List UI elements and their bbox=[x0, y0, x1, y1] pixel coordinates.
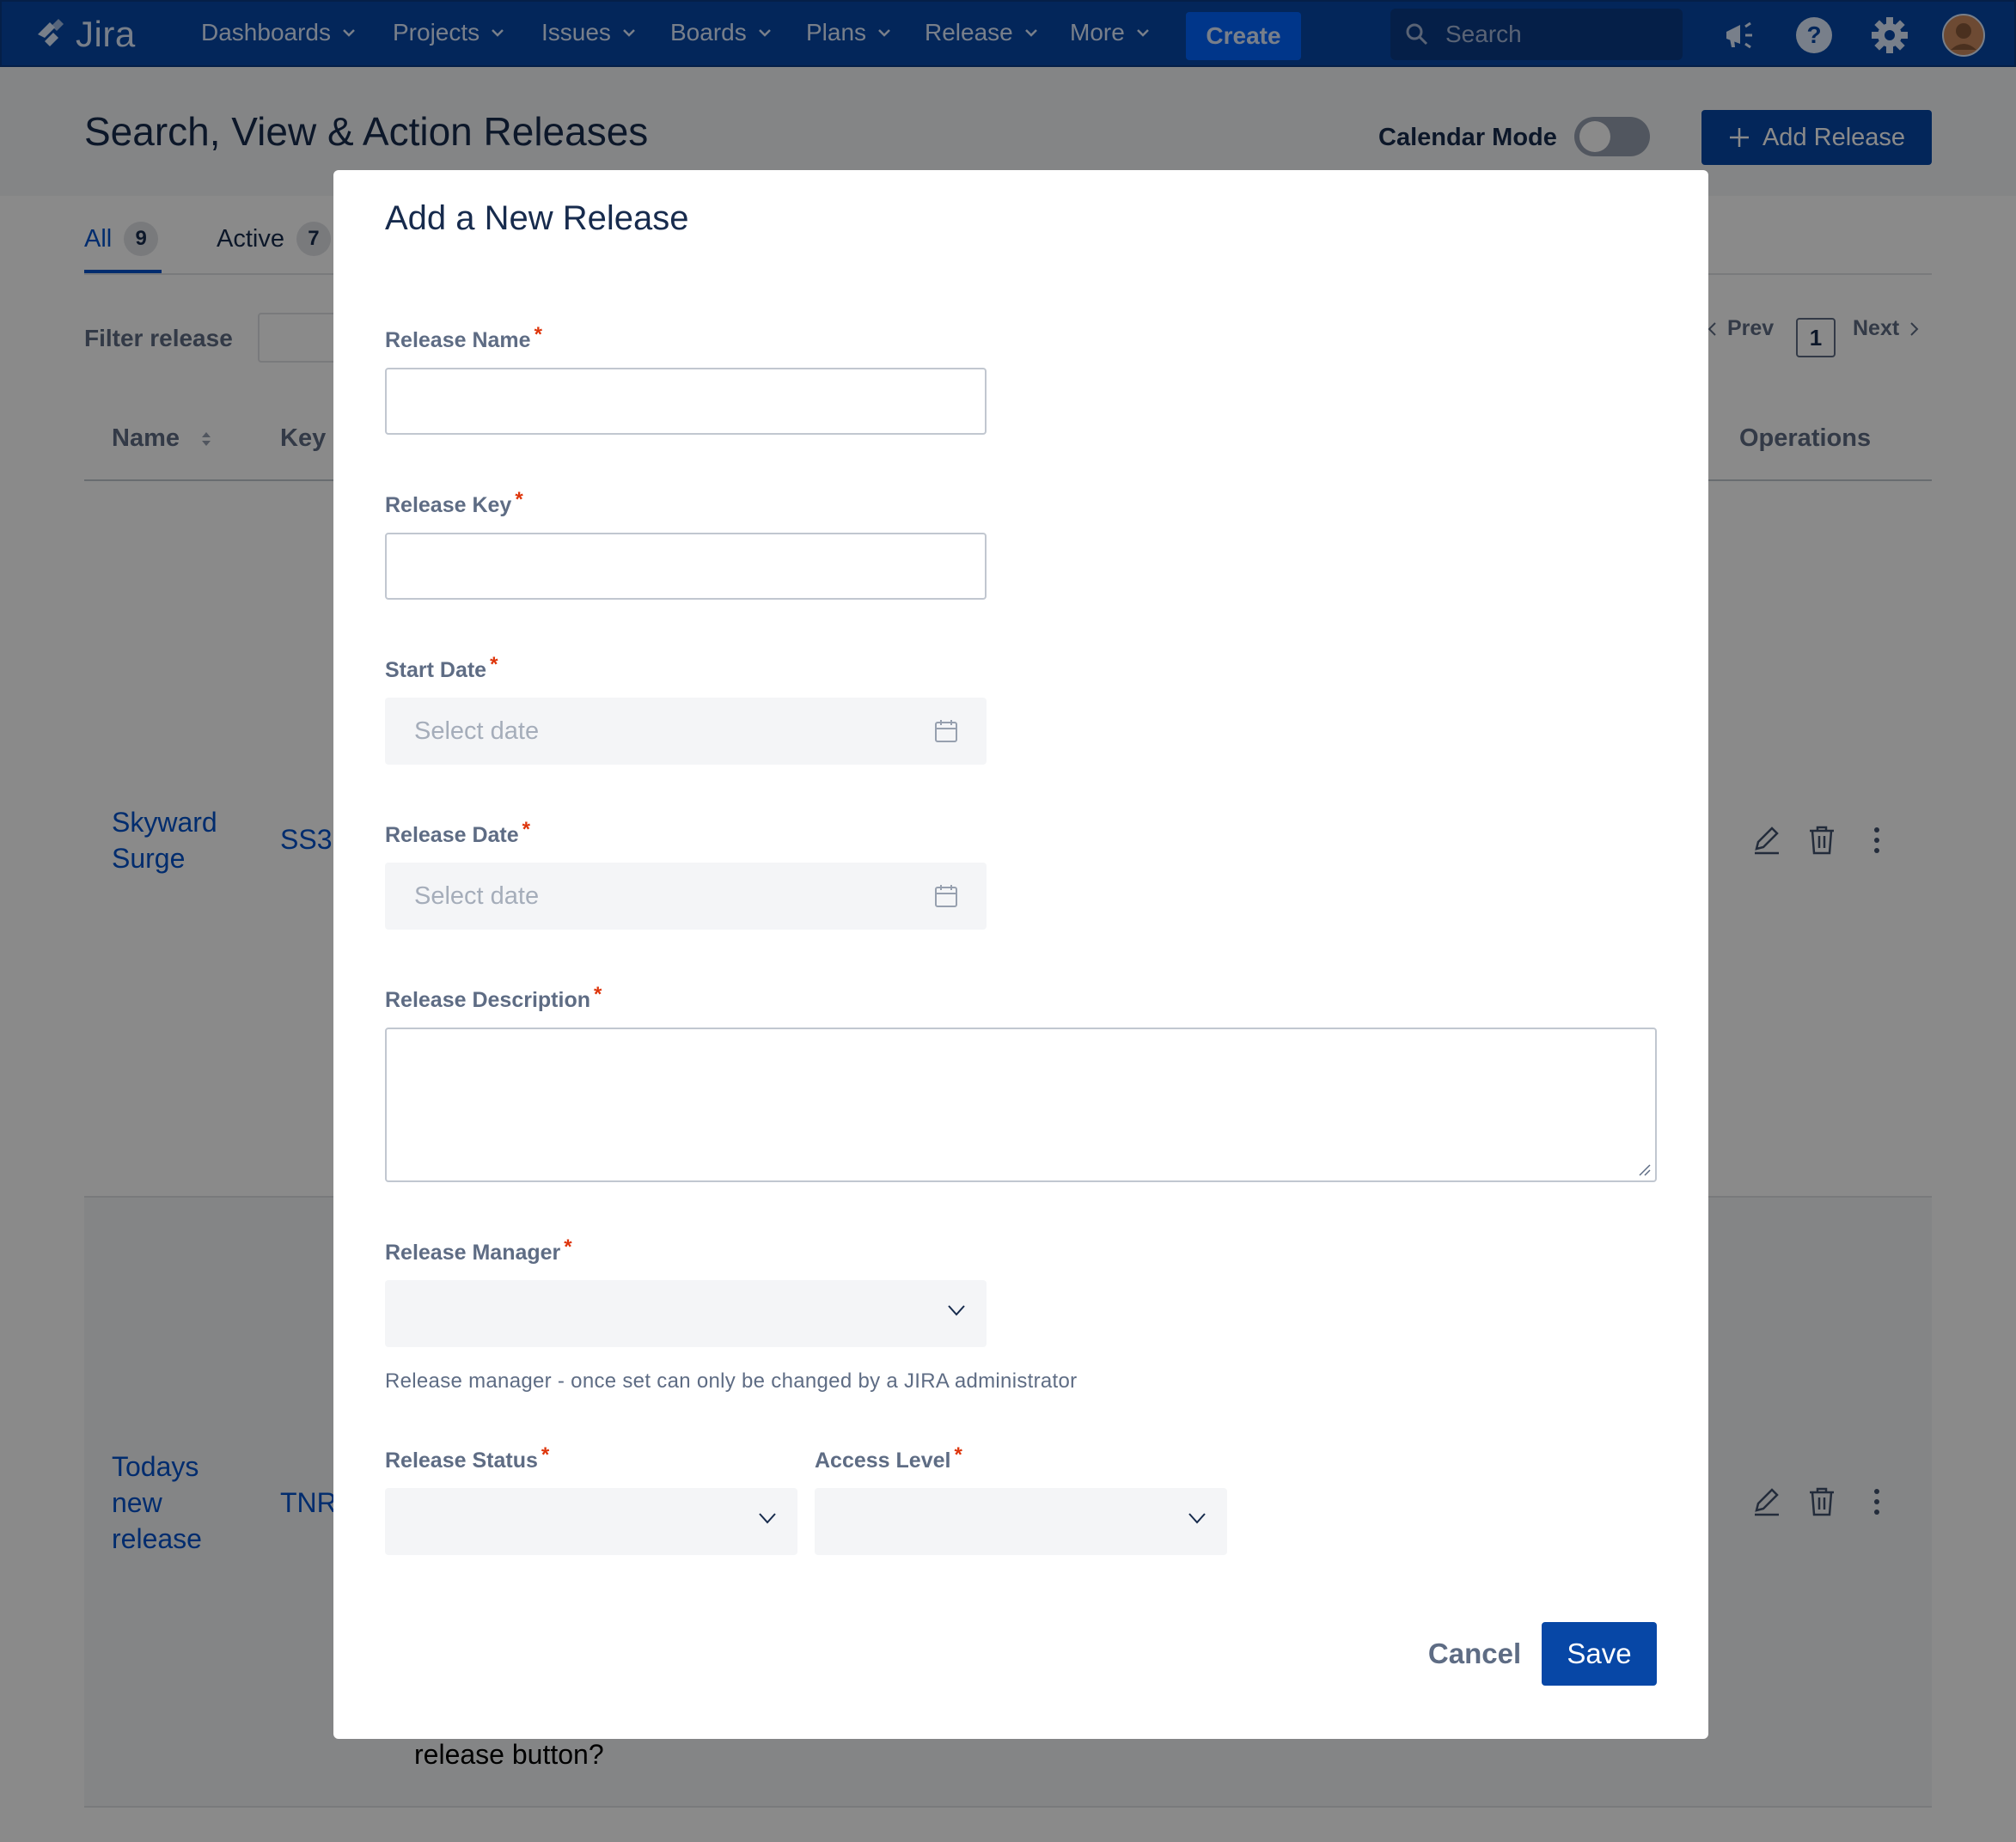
release-key-label-text: Release Key bbox=[385, 493, 512, 517]
start-date-label-text: Start Date bbox=[385, 658, 487, 682]
required-asterisk: * bbox=[522, 818, 530, 841]
release-manager-label-text: Release Manager bbox=[385, 1241, 561, 1265]
calendar-icon bbox=[935, 720, 957, 742]
release-description-label: Release Description * bbox=[385, 983, 602, 1013]
release-manager-helper-text: Release manager - once set can only be c… bbox=[385, 1369, 1078, 1393]
resize-handle-icon[interactable] bbox=[1638, 1163, 1652, 1177]
required-asterisk: * bbox=[541, 1443, 550, 1467]
release-key-input[interactable] bbox=[385, 533, 987, 600]
release-name-label: Release Name * bbox=[385, 323, 542, 353]
add-release-modal: Add a New Release Release Name * Release… bbox=[333, 170, 1708, 1739]
access-level-label: Access Level * bbox=[815, 1443, 962, 1473]
release-status-select[interactable] bbox=[385, 1488, 797, 1555]
start-date-picker[interactable]: Select date bbox=[385, 698, 987, 765]
release-manager-label: Release Manager * bbox=[385, 1235, 572, 1266]
required-asterisk: * bbox=[564, 1235, 572, 1259]
calendar-icon bbox=[935, 885, 957, 907]
required-asterisk: * bbox=[534, 323, 542, 346]
required-asterisk: * bbox=[515, 488, 523, 511]
release-status-label-text: Release Status bbox=[385, 1449, 538, 1473]
release-description-label-text: Release Description bbox=[385, 988, 590, 1012]
release-date-label: Release Date * bbox=[385, 818, 530, 848]
release-key-label: Release Key * bbox=[385, 488, 523, 518]
release-name-input[interactable] bbox=[385, 368, 987, 435]
access-level-label-text: Access Level bbox=[815, 1449, 951, 1473]
release-date-placeholder: Select date bbox=[414, 881, 540, 910]
release-status-label: Release Status * bbox=[385, 1443, 549, 1473]
start-date-label: Start Date * bbox=[385, 653, 498, 683]
chevron-down-icon bbox=[1188, 1513, 1206, 1524]
release-description-textarea[interactable] bbox=[385, 1028, 1657, 1182]
required-asterisk: * bbox=[594, 983, 602, 1006]
chevron-down-icon bbox=[759, 1513, 776, 1524]
required-asterisk: * bbox=[490, 653, 498, 676]
save-button[interactable]: Save bbox=[1542, 1622, 1657, 1686]
required-asterisk: * bbox=[954, 1443, 962, 1467]
chevron-down-icon bbox=[948, 1305, 965, 1316]
release-date-label-text: Release Date bbox=[385, 823, 519, 847]
access-level-select[interactable] bbox=[815, 1488, 1227, 1555]
release-date-picker[interactable]: Select date bbox=[385, 863, 987, 930]
modal-title: Add a New Release bbox=[385, 199, 689, 237]
release-name-label-text: Release Name bbox=[385, 328, 531, 352]
release-manager-select[interactable] bbox=[385, 1280, 987, 1347]
cancel-button[interactable]: Cancel bbox=[1402, 1622, 1547, 1686]
start-date-placeholder: Select date bbox=[414, 717, 540, 745]
